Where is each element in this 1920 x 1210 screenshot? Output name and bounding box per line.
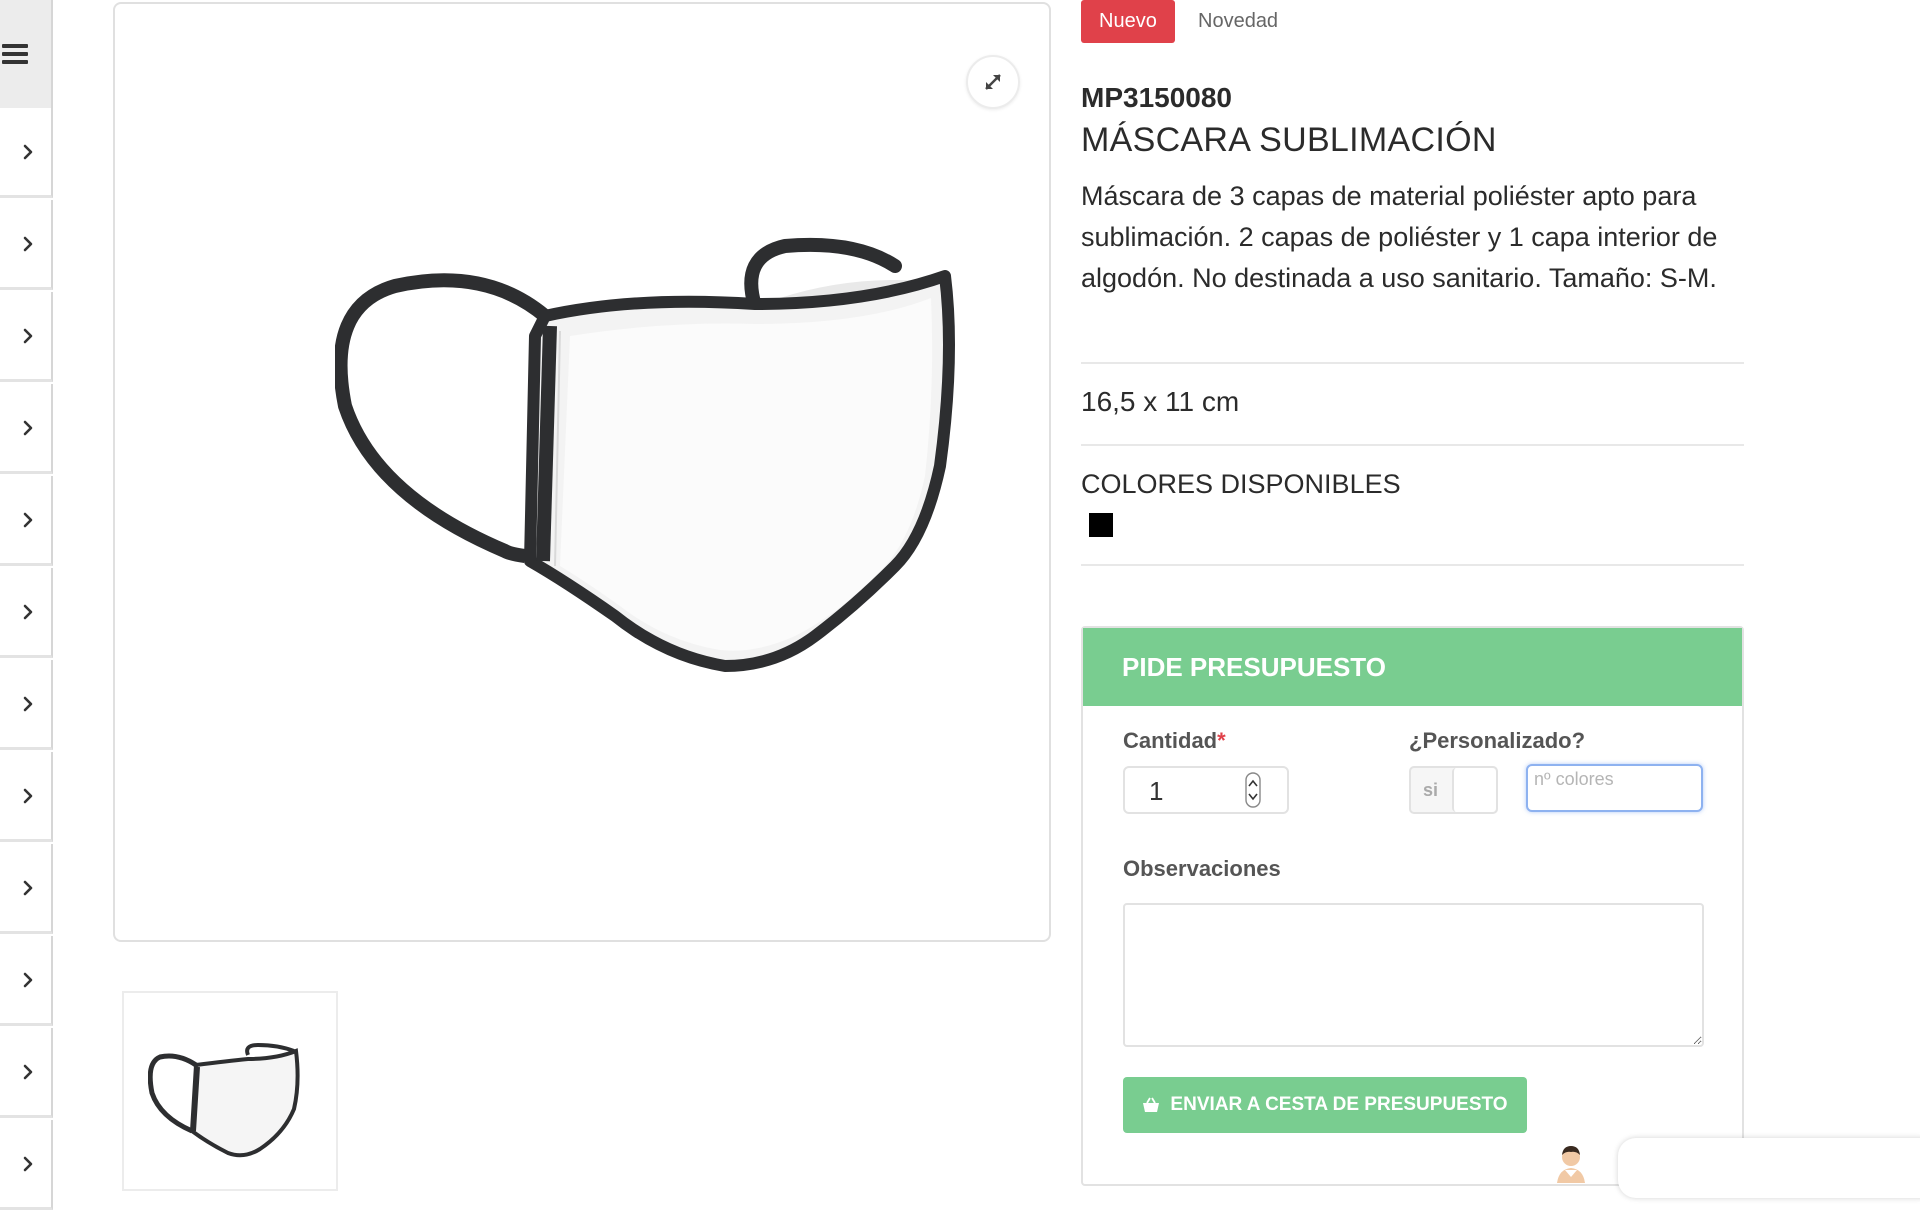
hamburger-icon-bar [2, 52, 28, 56]
sidebar-category-item[interactable] [0, 844, 53, 934]
stepper-arrows-icon[interactable] [1245, 772, 1261, 808]
quantity-label-text: Cantidad [1123, 728, 1218, 753]
sidebar-category-item[interactable] [0, 752, 53, 842]
customized-toggle[interactable]: si [1409, 766, 1498, 814]
divider [1081, 564, 1744, 566]
chat-bubble[interactable] [1618, 1138, 1920, 1198]
quote-form-header: PIDE PRESUPUESTO [1083, 628, 1742, 706]
customized-label: ¿Personalizado? [1409, 728, 1586, 753]
category-sidebar [0, 0, 53, 1210]
toggle-yes-label: si [1423, 780, 1439, 800]
send-button-label: ENVIAR A CESTA DE PRESUPUESTO [1170, 1094, 1508, 1115]
quote-request-form: PIDE PRESUPUESTO Cantidad* 1 ¿Personaliz… [1081, 626, 1744, 1186]
number-of-colors-input[interactable] [1526, 764, 1703, 812]
sidebar-category-item[interactable] [0, 292, 53, 382]
sidebar-category-item[interactable] [0, 936, 53, 1026]
sidebar-category-item[interactable] [0, 568, 53, 658]
product-title: MÁSCARA SUBLIMACIÓN [1081, 121, 1497, 159]
product-description: Máscara de 3 capas de material poliéster… [1081, 181, 1718, 293]
expand-icon [985, 74, 1001, 90]
chevron-right-icon [23, 972, 32, 987]
quantity-value[interactable]: 1 [1149, 776, 1163, 807]
sidebar-category-item[interactable] [0, 1120, 53, 1210]
chevron-right-icon [23, 512, 32, 527]
chevron-right-icon [23, 788, 32, 803]
toggle-knob[interactable] [1452, 768, 1496, 812]
chat-agent-avatar[interactable] [1551, 1143, 1591, 1183]
chevron-right-icon [23, 880, 32, 895]
novelty-label: Novedad [1198, 10, 1279, 32]
chevron-right-icon [23, 236, 32, 251]
observations-textarea[interactable] [1123, 903, 1704, 1047]
chevron-right-icon [23, 328, 32, 343]
sidebar-category-item[interactable] [0, 1028, 53, 1118]
expand-image-button[interactable] [966, 55, 1020, 109]
color-swatch-black[interactable] [1089, 513, 1113, 537]
sidebar-category-item[interactable] [0, 108, 53, 198]
product-size: 16,5 x 11 cm [1081, 386, 1240, 417]
chevron-right-icon [23, 604, 32, 619]
sidebar-category-item[interactable] [0, 200, 53, 290]
basket-icon [1143, 1097, 1160, 1112]
divider [1081, 362, 1744, 364]
sidebar-category-item[interactable] [0, 384, 53, 474]
chevron-right-icon [23, 144, 32, 159]
required-marker: * [1217, 728, 1226, 753]
chevron-right-icon [23, 1064, 32, 1079]
product-main-image[interactable] [113, 2, 1051, 942]
menu-toggle-button[interactable] [0, 0, 53, 108]
hamburger-icon-bar [2, 60, 28, 64]
mask-thumbnail-image [148, 1043, 300, 1158]
divider [1081, 444, 1744, 446]
quantity-stepper[interactable]: 1 [1123, 766, 1289, 814]
new-badge: Nuevo [1081, 0, 1175, 43]
chevron-right-icon [23, 420, 32, 435]
sidebar-category-item[interactable] [0, 660, 53, 750]
hamburger-icon [2, 44, 28, 48]
send-to-quote-basket-button[interactable]: ENVIAR A CESTA DE PRESUPUESTO [1123, 1077, 1527, 1133]
product-thumbnail[interactable] [122, 991, 338, 1191]
chevron-right-icon [23, 696, 32, 711]
observations-label: Observaciones [1123, 856, 1281, 881]
chevron-right-icon [23, 1156, 32, 1171]
quantity-label: Cantidad* [1123, 728, 1226, 754]
product-sku: MP3150080 [1081, 82, 1233, 113]
available-colors-heading: COLORES DISPONIBLES [1081, 469, 1401, 499]
sidebar-category-item[interactable] [0, 476, 53, 566]
mask-image [335, 237, 955, 672]
